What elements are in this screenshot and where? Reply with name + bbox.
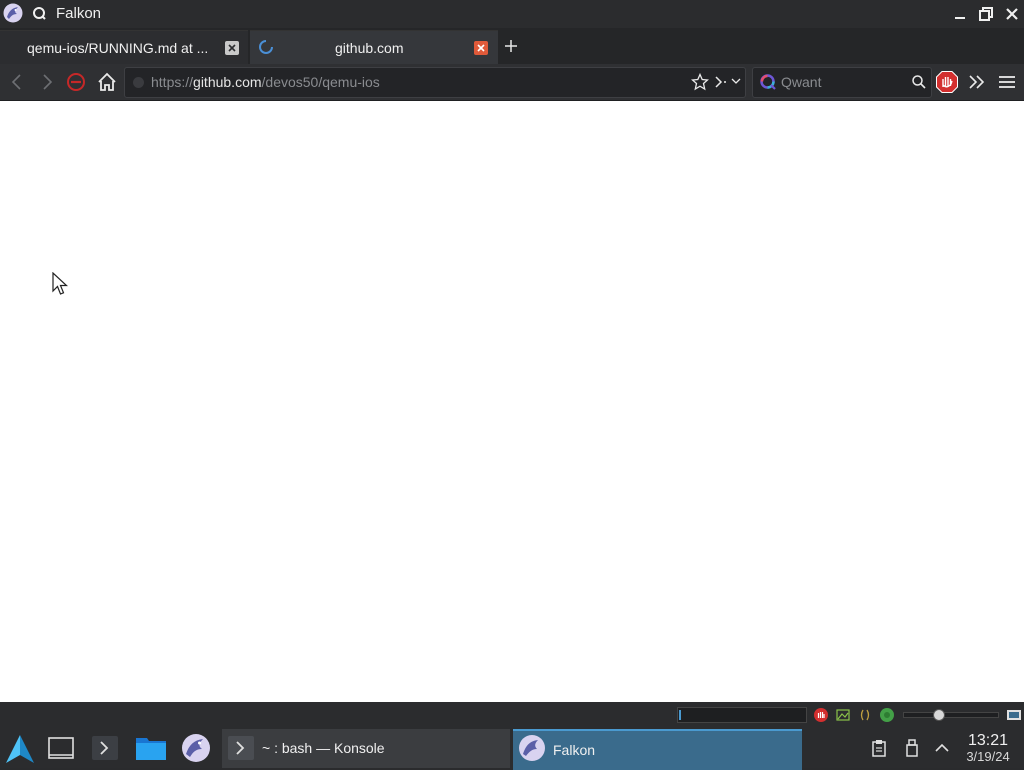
home-button[interactable] <box>95 70 119 94</box>
loading-spinner-icon <box>258 39 274 55</box>
cpu-monitor-widget[interactable] <box>677 707 807 723</box>
zoom-slider[interactable] <box>903 709 999 721</box>
tab-label: github.com <box>335 40 404 56</box>
close-window-button[interactable] <box>1002 4 1022 24</box>
close-tab-icon[interactable] <box>474 41 488 55</box>
application-launcher-icon[interactable] <box>4 733 34 763</box>
clock-date: 3/19/24 <box>966 749 1010 764</box>
search-placeholder: Qwant <box>781 74 822 90</box>
task-falkon[interactable]: Falkon <box>513 729 802 770</box>
task-konsole[interactable]: ~ : bash — Konsole <box>222 729 510 768</box>
konsole-launcher-icon[interactable] <box>90 733 120 763</box>
task-label: Falkon <box>553 742 596 758</box>
page-content[interactable] <box>0 101 1024 702</box>
file-manager-icon[interactable] <box>135 733 166 763</box>
tab-running-md[interactable]: qemu-ios/RUNNING.md at ... <box>0 30 248 65</box>
image-icon[interactable] <box>835 707 851 723</box>
tab-github[interactable]: github.com <box>250 30 498 65</box>
zoom-slider-handle[interactable] <box>933 709 945 721</box>
removable-device-icon[interactable] <box>903 739 921 757</box>
stop-button[interactable] <box>64 70 88 94</box>
network-status-icon[interactable] <box>879 707 895 723</box>
search-bar[interactable]: Qwant <box>752 67 932 98</box>
system-tray-expand-icon[interactable] <box>933 739 951 757</box>
clock-time: 13:21 <box>967 732 1009 749</box>
more-tools-icon[interactable] <box>965 70 989 94</box>
pin-icon[interactable] <box>31 5 47 21</box>
forward-button[interactable] <box>35 70 59 94</box>
window-title: Falkon <box>56 5 102 22</box>
falkon-icon <box>518 734 546 762</box>
hamburger-menu-icon[interactable] <box>995 70 1019 94</box>
tab-label: qemu-ios/RUNNING.md at ... <box>27 40 209 56</box>
close-tab-icon[interactable] <box>225 41 239 55</box>
minimize-button[interactable] <box>950 4 970 24</box>
mouse-cursor-icon <box>52 272 68 296</box>
url-text: https://github.com/devos50/qemu-ios <box>151 74 380 90</box>
screenshot-icon[interactable] <box>1006 707 1022 723</box>
url-dropdown-icon[interactable] <box>731 76 741 86</box>
clipboard-icon[interactable] <box>870 739 888 757</box>
search-icon[interactable] <box>911 74 927 90</box>
back-button[interactable] <box>5 70 29 94</box>
konsole-icon <box>227 734 255 762</box>
show-desktop-icon[interactable] <box>46 733 76 763</box>
url-bar[interactable]: https://github.com/devos50/qemu-ios <box>124 67 746 98</box>
falkon-launcher-icon[interactable] <box>181 733 211 763</box>
site-info-icon[interactable] <box>132 76 145 89</box>
task-label: ~ : bash — Konsole <box>262 740 385 756</box>
javascript-icon[interactable] <box>857 707 873 723</box>
maximize-button[interactable] <box>976 4 996 24</box>
falkon-app-icon <box>3 3 23 23</box>
digital-clock[interactable]: 13:21 3/19/24 <box>956 732 1020 764</box>
qwant-icon[interactable] <box>759 73 777 91</box>
reader-go-icon[interactable] <box>713 74 727 90</box>
adblock-status-icon[interactable] <box>813 707 829 723</box>
adblock-icon[interactable] <box>935 70 959 94</box>
title-bar <box>0 0 1024 28</box>
bookmark-star-icon[interactable] <box>691 73 709 91</box>
new-tab-button[interactable] <box>502 37 520 55</box>
